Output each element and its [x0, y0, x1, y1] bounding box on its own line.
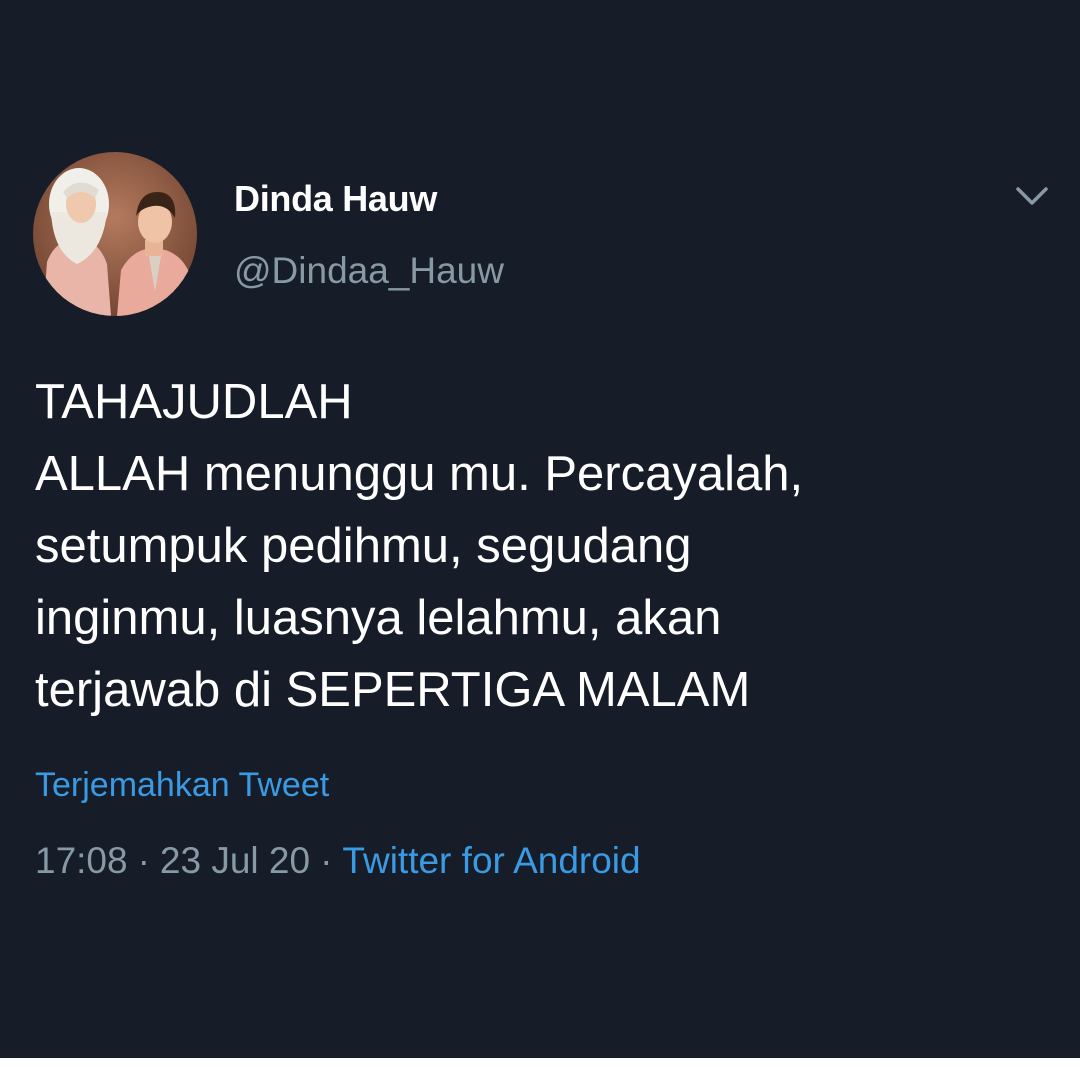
tweet-text-line: ALLAH menunggu mu. Percayalah,: [35, 447, 804, 501]
avatar-photo-icon: [33, 152, 197, 316]
author-avatar[interactable]: [33, 152, 197, 316]
meta-separator: ·: [320, 840, 333, 881]
tweet-text-line: setumpuk pedihmu, segudang: [35, 519, 692, 573]
author-display-name[interactable]: Dinda Hauw: [234, 178, 437, 220]
tweet-text: TAHAJUDLAH ALLAH menunggu mu. Percayalah…: [35, 366, 1045, 726]
author-handle[interactable]: @Dindaa_Hauw: [234, 250, 504, 292]
tweet-text-line: terjawab di SEPERTIGA MALAM: [35, 663, 751, 717]
meta-separator: ·: [137, 840, 150, 881]
tweet-date: 23 Jul 20: [159, 840, 311, 881]
translate-tweet-link[interactable]: Terjemahkan Tweet: [35, 766, 329, 805]
tweet-text-line: TAHAJUDLAH: [35, 375, 353, 429]
tweet-metadata: 17:08 · 23 Jul 20 · Twitter for Android: [35, 840, 641, 882]
tweet-time: 17:08: [35, 840, 128, 881]
tweet-text-line: inginmu, luasnya lelahmu, akan: [35, 591, 722, 645]
tweet-menu-button[interactable]: [1010, 180, 1054, 214]
tweet-source-link[interactable]: Twitter for Android: [342, 840, 640, 881]
tweet-detail-screen: Dinda Hauw @Dindaa_Hauw TAHAJUDLAH ALLAH…: [0, 0, 1080, 1058]
chevron-down-icon: [1016, 187, 1048, 205]
